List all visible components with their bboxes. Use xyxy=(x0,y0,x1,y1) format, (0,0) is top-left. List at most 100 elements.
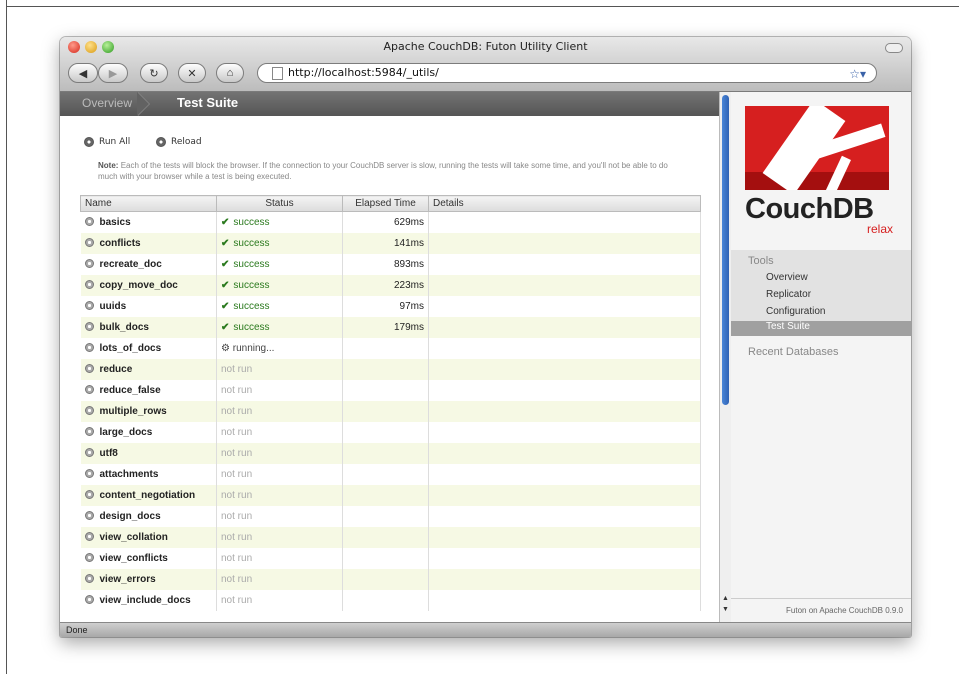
column-header-name[interactable]: Name xyxy=(80,195,217,212)
table-row[interactable]: basics ✔ success 629ms xyxy=(80,211,701,233)
home-button[interactable]: ⌂ xyxy=(216,63,244,83)
test-name: reduce_false xyxy=(99,385,161,396)
test-row-icon[interactable] xyxy=(84,364,94,373)
test-name-cell[interactable]: utf8 xyxy=(80,443,217,464)
test-name-cell[interactable]: multiple_rows xyxy=(80,401,217,422)
table-row[interactable]: view_collation not run xyxy=(80,527,701,548)
scrollbar-thumb[interactable] xyxy=(722,95,729,405)
table-row[interactable]: content_negotiation not run xyxy=(80,485,701,506)
column-header-elapsed-time[interactable]: Elapsed Time xyxy=(342,195,429,212)
table-row[interactable]: view_errors not run xyxy=(80,569,701,590)
stop-button[interactable]: ✕ xyxy=(178,63,206,83)
test-status: not run xyxy=(221,364,253,375)
test-name-cell[interactable]: design_docs xyxy=(80,506,217,527)
sidebar-item-replicator[interactable]: Replicator xyxy=(766,289,811,300)
test-name-cell[interactable]: large_docs xyxy=(80,422,217,443)
table-row[interactable]: view_include_docs not run xyxy=(80,590,701,611)
test-row-icon[interactable] xyxy=(84,301,94,310)
table-row[interactable]: large_docs not run xyxy=(80,422,701,443)
help-note: Note: Each of the tests will block the b… xyxy=(98,160,688,182)
test-row-icon[interactable] xyxy=(84,574,94,583)
test-row-icon[interactable] xyxy=(84,427,94,436)
test-status-cell: not run xyxy=(216,527,343,548)
table-row[interactable]: recreate_doc ✔ success 893ms xyxy=(80,254,701,275)
test-name-cell[interactable]: conflicts xyxy=(80,233,217,254)
window-title: Apache CouchDB: Futon Utility Client xyxy=(383,40,588,53)
test-name-cell[interactable]: view_include_docs xyxy=(80,590,217,611)
test-status: not run xyxy=(221,448,253,459)
test-status-cell: not run xyxy=(216,548,343,569)
test-name-cell[interactable]: view_conflicts xyxy=(80,548,217,569)
test-row-icon[interactable] xyxy=(84,532,94,541)
test-name-cell[interactable]: copy_move_doc xyxy=(80,275,217,296)
table-row[interactable]: conflicts ✔ success 141ms xyxy=(80,233,701,254)
test-details-cell xyxy=(428,422,701,443)
test-row-icon[interactable] xyxy=(84,385,94,394)
test-name-cell[interactable]: recreate_doc xyxy=(80,254,217,275)
test-name: attachments xyxy=(99,469,159,480)
breadcrumb-overview-link[interactable]: Overview xyxy=(82,96,132,110)
sidebar-item-configuration[interactable]: Configuration xyxy=(766,306,825,317)
test-name-cell[interactable]: content_negotiation xyxy=(80,485,217,506)
toolbar-toggle-button[interactable] xyxy=(885,43,903,53)
column-header-details[interactable]: Details xyxy=(428,195,701,212)
scroll-up-arrow[interactable]: ▲ xyxy=(722,595,729,602)
test-row-icon[interactable] xyxy=(84,553,94,562)
test-row-icon[interactable] xyxy=(84,490,94,499)
test-elapsed-time xyxy=(342,527,429,548)
column-header-status[interactable]: Status xyxy=(216,195,343,212)
table-row[interactable]: attachments not run xyxy=(80,464,701,485)
table-row[interactable]: multiple_rows not run xyxy=(80,401,701,422)
test-row-icon[interactable] xyxy=(84,406,94,415)
bookmark-star-icon[interactable]: ☆▾ xyxy=(849,65,866,83)
test-name-cell[interactable]: view_errors xyxy=(80,569,217,590)
test-name-cell[interactable]: attachments xyxy=(80,464,217,485)
test-row-icon[interactable] xyxy=(84,511,94,520)
sidebar-item-test-suite[interactable]: Test Suite xyxy=(731,321,911,336)
scroll-down-arrow[interactable]: ▼ xyxy=(722,606,729,613)
forward-button[interactable]: ▶ xyxy=(98,63,128,83)
test-name: view_collation xyxy=(99,532,168,543)
test-status: success xyxy=(233,238,270,249)
table-row[interactable]: view_conflicts not run xyxy=(80,548,701,569)
test-row-icon[interactable] xyxy=(84,238,94,247)
test-row-icon[interactable] xyxy=(84,217,94,226)
test-name-cell[interactable]: uuids xyxy=(80,296,217,317)
test-name-cell[interactable]: bulk_docs xyxy=(80,317,217,338)
test-row-icon[interactable] xyxy=(84,280,94,289)
reload-button[interactable]: ↻ xyxy=(140,63,168,83)
test-row-icon[interactable] xyxy=(84,448,94,457)
test-row-icon[interactable] xyxy=(84,322,94,331)
breadcrumb-separator-inner xyxy=(137,92,149,116)
tools-heading: Tools xyxy=(748,255,774,267)
table-row[interactable]: utf8 not run xyxy=(80,443,701,464)
test-status: success xyxy=(233,301,270,312)
run-all-button[interactable]: Run All xyxy=(84,137,130,147)
test-row-icon[interactable] xyxy=(84,259,94,268)
test-name: bulk_docs xyxy=(99,322,149,333)
test-name-cell[interactable]: reduce_false xyxy=(80,380,217,401)
test-row-icon[interactable] xyxy=(84,469,94,478)
test-name-cell[interactable]: reduce xyxy=(80,359,217,380)
test-elapsed-time xyxy=(342,401,429,422)
back-button[interactable]: ◀ xyxy=(68,63,98,83)
address-url: http://localhost:5984/_utils/ xyxy=(288,66,439,79)
table-row[interactable]: copy_move_doc ✔ success 223ms xyxy=(80,275,701,296)
reload-tests-button[interactable]: Reload xyxy=(156,137,202,147)
test-details-cell xyxy=(428,317,701,338)
table-row[interactable]: design_docs not run xyxy=(80,506,701,527)
table-row[interactable]: bulk_docs ✔ success 179ms xyxy=(80,317,701,338)
test-name-cell[interactable]: lots_of_docs xyxy=(80,338,217,359)
table-row[interactable]: reduce_false not run xyxy=(80,380,701,401)
test-row-icon[interactable] xyxy=(84,343,94,352)
test-name-cell[interactable]: basics xyxy=(80,211,217,233)
table-row[interactable]: uuids ✔ success 97ms xyxy=(80,296,701,317)
address-bar[interactable]: http://localhost:5984/_utils/ ☆▾ xyxy=(257,63,877,83)
sidebar-item-overview[interactable]: Overview xyxy=(766,272,808,283)
note-label: Note: xyxy=(98,161,119,170)
test-name-cell[interactable]: view_collation xyxy=(80,527,217,548)
table-row[interactable]: reduce not run xyxy=(80,359,701,380)
note-text: Each of the tests will block the browser… xyxy=(98,161,668,181)
test-row-icon[interactable] xyxy=(84,595,94,604)
table-row[interactable]: lots_of_docs ⚙ running... xyxy=(80,338,701,359)
